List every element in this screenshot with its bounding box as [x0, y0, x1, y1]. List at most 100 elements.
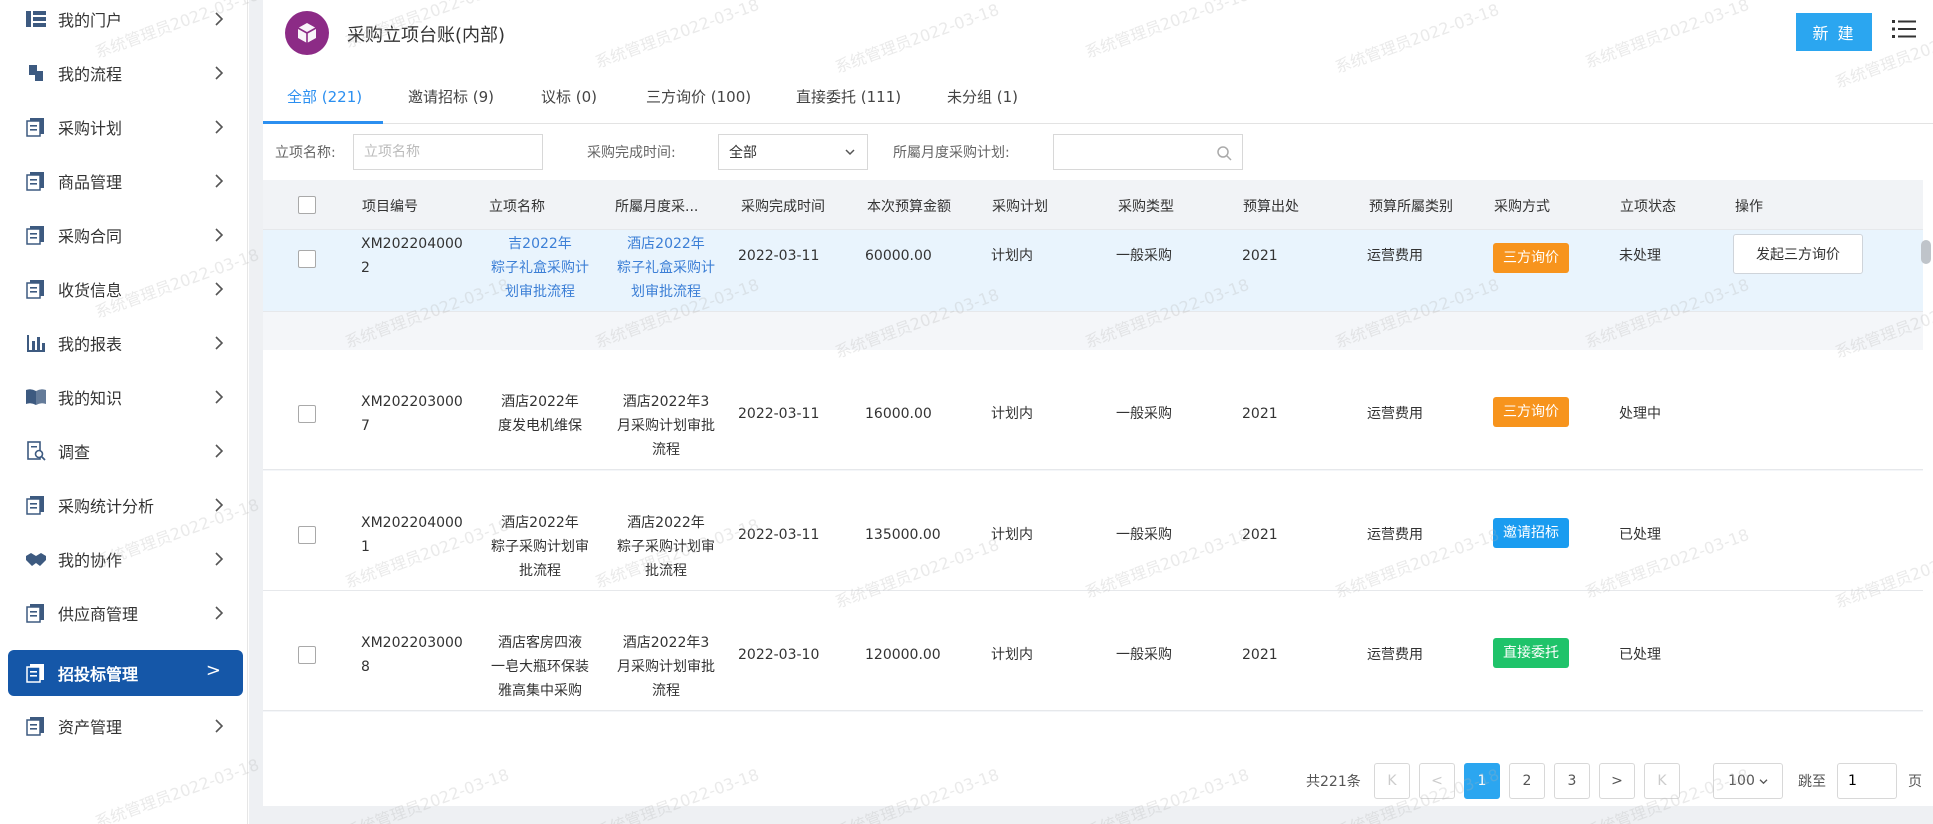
bottom-strip — [263, 806, 1933, 824]
row-checkbox[interactable] — [298, 526, 316, 544]
page-size-select[interactable]: 100 — [1713, 763, 1783, 799]
sidebar-item-12[interactable]: 招投标管理 > — [8, 650, 243, 696]
purchase-type: 一般采购 — [1116, 406, 1172, 422]
plan-filter-input[interactable] — [1053, 134, 1243, 170]
time-filter-select[interactable]: 全部 — [718, 134, 868, 170]
tab-4[interactable]: 直接委托 (111) — [796, 86, 901, 107]
sidebar-item-13[interactable]: 资产管理 — [8, 703, 243, 749]
budget-source: 2021 — [1242, 527, 1278, 543]
sidebar-item-4[interactable]: 采购合同 — [8, 212, 243, 258]
table-row[interactable]: XM202203000 7 酒店2022年 度发电机维保 酒店2022年3 月采购计划审批… — [263, 350, 1923, 470]
plan-type: 计划内 — [991, 248, 1033, 264]
chevron-right-icon — [209, 171, 229, 191]
list-menu-icon[interactable] — [1892, 17, 1918, 41]
sidebar-item-8[interactable]: 调查 — [8, 428, 243, 474]
column-header: 采购计划 — [992, 199, 1048, 215]
project-code: XM202204000 2 — [361, 236, 463, 276]
start-inquiry-button[interactable]: 发起三方询价 — [1733, 234, 1863, 274]
column-header: 采购方式 — [1494, 199, 1550, 215]
budget-category: 运营费用 — [1367, 406, 1423, 422]
column-header: 本次预算金额 — [867, 199, 951, 215]
monthly-plan: 酒店2022年 粽子采购计划审 批流程 — [617, 515, 715, 579]
table-row[interactable]: XM2022030005酒店2022年度18楼员工班酒店2022年3月采购计划审… — [263, 712, 1923, 756]
name-filter-label: 立项名称: — [275, 145, 336, 161]
page-unit-label: 页 — [1908, 774, 1922, 790]
page-title: 采购立项台账(内部) — [347, 25, 506, 46]
grid-icon — [24, 7, 48, 31]
sidebar-item-7[interactable]: 我的知识 — [8, 374, 243, 420]
table-row[interactable]: XM202204000 1 酒店2022年 粽子采购计划审 批流程 酒店2022年 粽子采购… — [263, 471, 1923, 591]
name-filter-input[interactable] — [353, 134, 543, 170]
row-checkbox[interactable] — [298, 405, 316, 423]
sidebar-item-0[interactable]: 我的门户 — [8, 0, 243, 42]
chevron-right-icon — [209, 716, 229, 736]
sidebar-item-1[interactable]: 我的流程 — [8, 50, 243, 96]
last-page-button[interactable]: K — [1644, 763, 1680, 799]
doc-icon — [24, 277, 48, 301]
budget-source: 2021 — [1242, 406, 1278, 422]
tab-0[interactable]: 全部 (221) — [287, 86, 362, 107]
project-name[interactable]: 吉2022年 粽子礼盒采购计 划审批流程 — [485, 232, 595, 304]
chevron-right-icon — [209, 117, 229, 137]
page-2-button[interactable]: 2 — [1509, 763, 1545, 799]
prev-page-button[interactable]: < — [1419, 763, 1455, 799]
sidebar-item-11[interactable]: 供应商管理 — [8, 590, 243, 636]
tab-3[interactable]: 三方询价 (100) — [646, 86, 751, 107]
tab-bar: 全部 (221) 邀请招标 (9) 议标 (0) 三方询价 (100) 直接委托 (11… — [263, 72, 1933, 124]
page-3-button[interactable]: 3 — [1554, 763, 1590, 799]
page-1-button[interactable]: 1 — [1464, 763, 1500, 799]
sidebar-item-label: 招投标管理 — [58, 665, 139, 684]
project-status: 未处理 — [1619, 248, 1661, 264]
row-checkbox[interactable] — [298, 250, 316, 268]
next-page-button[interactable]: > — [1599, 763, 1635, 799]
tab-2[interactable]: 议标 (0) — [541, 86, 597, 107]
doc-icon — [24, 601, 48, 625]
sidebar-item-6[interactable]: 我的报表 — [8, 320, 243, 366]
table-scrollbar[interactable] — [1921, 240, 1931, 264]
sidebar-item-3[interactable]: 商品管理 — [8, 158, 243, 204]
column-header: 立项名称 — [489, 199, 545, 215]
chevron-right-icon — [209, 9, 229, 29]
sidebar-item-label: 调查 — [58, 443, 91, 462]
new-button[interactable]: 新 建 — [1796, 13, 1872, 51]
table-row[interactable]: XM202204000 2 吉2022年 粽子礼盒采购计 划审批流程 酒店2022年 粽子礼… — [263, 230, 1923, 312]
first-page-button[interactable]: K — [1374, 763, 1410, 799]
tab-5[interactable]: 未分组 (1) — [947, 86, 1018, 107]
column-header: 立项状态 — [1620, 199, 1676, 215]
chevron-right-icon: > — [205, 660, 221, 681]
table-row[interactable]: XM202203000 8 酒店客房四液 一皂大瓶环保装 雅高集中采购 酒店2022年3 月… — [263, 591, 1923, 711]
sidebar-item-10[interactable]: 我的协作 — [8, 536, 243, 582]
method-badge: 邀请招标 — [1493, 518, 1569, 548]
select-all-checkbox[interactable] — [298, 196, 316, 214]
budget-amount: 120000.00 — [865, 647, 941, 663]
pagination: 共221条 K < 1 2 3 > K 100 跳至 页 — [263, 756, 1933, 806]
chevron-right-icon — [209, 549, 229, 569]
sidebar-item-label: 采购计划 — [58, 119, 123, 138]
budget-source: 2021 — [1242, 647, 1278, 663]
jump-input[interactable] — [1837, 763, 1897, 799]
budget-amount: 135000.00 — [865, 527, 941, 543]
doc-icon — [24, 714, 48, 738]
row-checkbox[interactable] — [298, 646, 316, 664]
monthly-plan: 酒店2022年3 月采购计划审批 流程 — [617, 394, 715, 458]
sidebar-item-label: 我的流程 — [58, 65, 123, 84]
monthly-plan: 酒店2022年3 月采购计划审批 流程 — [617, 635, 715, 699]
time-filter-label: 采购完成时间: — [587, 145, 676, 161]
completion-date: 2022-03-10 — [738, 647, 820, 663]
sidebar-item-5[interactable]: 收货信息 — [8, 266, 243, 312]
chevron-down-icon — [1759, 778, 1768, 784]
main-panel: 采购立项台账(内部) 新 建 全部 (221) 邀请招标 (9) 议标 (0) 三方询… — [263, 0, 1933, 824]
completion-date: 2022-03-11 — [738, 406, 820, 422]
chevron-right-icon — [209, 279, 229, 299]
sidebar-item-2[interactable]: 采购计划 — [8, 104, 243, 150]
budget-amount: 60000.00 — [865, 248, 932, 264]
budget-source: 2021 — [1242, 248, 1278, 264]
chevron-right-icon — [209, 387, 229, 407]
tab-1[interactable]: 邀请招标 (9) — [408, 86, 494, 107]
project-name: 酒店客房四液 一皂大瓶环保装 雅高集中采购 — [491, 635, 589, 699]
sidebar-item-9[interactable]: 采购统计分析 — [8, 482, 243, 528]
sidebar-item-label: 我的门户 — [58, 11, 123, 30]
budget-category: 运营费用 — [1367, 527, 1423, 543]
monthly-plan[interactable]: 酒店2022年 粽子礼盒采购计 划审批流程 — [611, 232, 721, 304]
column-header: 所屬月度采... — [615, 199, 699, 215]
